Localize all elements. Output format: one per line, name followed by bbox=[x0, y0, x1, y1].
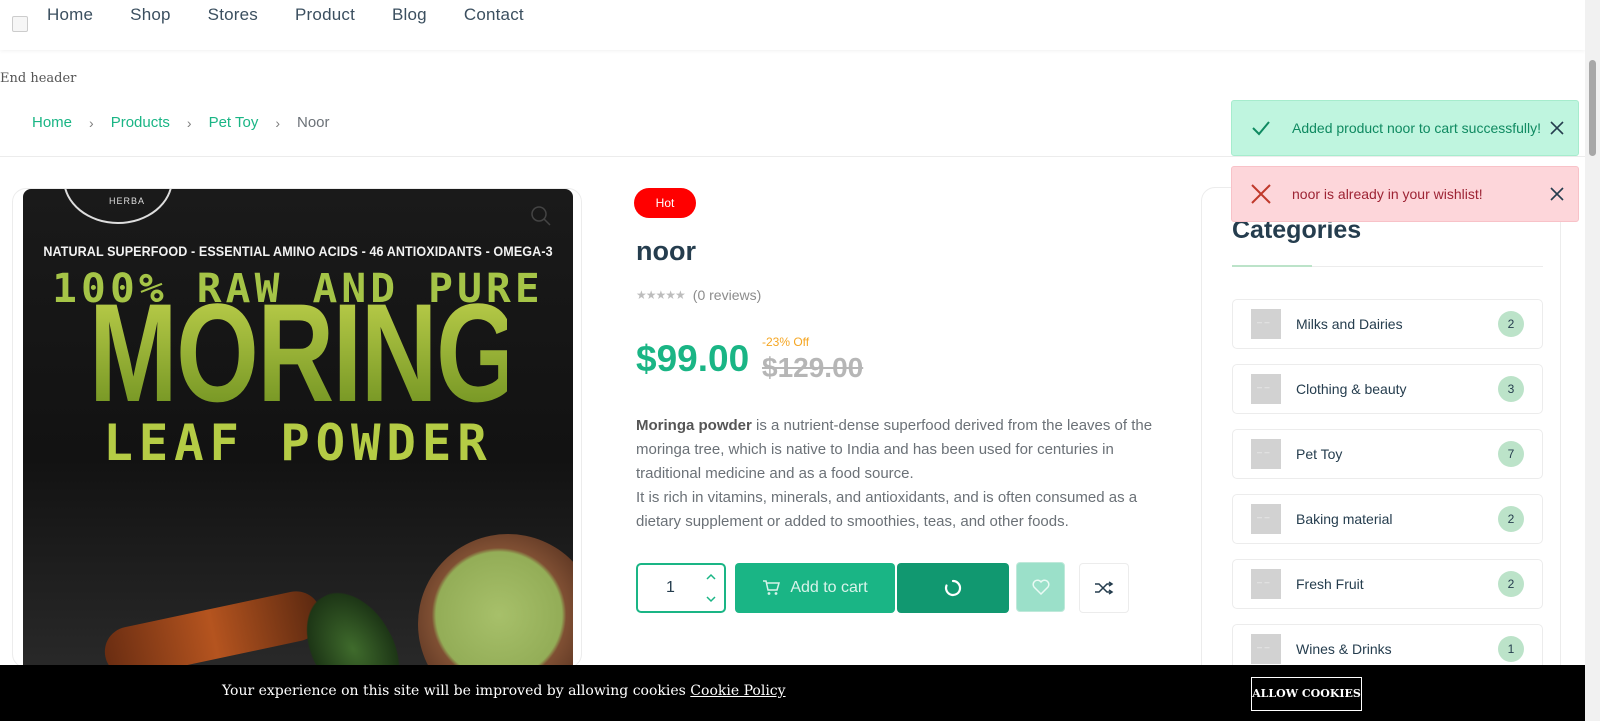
loading-spinner-icon bbox=[944, 579, 962, 597]
discount-label: -23% Off bbox=[762, 335, 810, 349]
breadcrumb-current: Noor bbox=[297, 114, 330, 131]
package-line-2: MORINGA bbox=[89, 274, 573, 431]
category-item-pet-toy[interactable]: Pet Toy 7 bbox=[1232, 429, 1543, 479]
brand-seal: HERBA bbox=[63, 189, 173, 224]
nav-shop[interactable]: Shop bbox=[130, 5, 171, 25]
rating-stars-icon: ★★★★★ bbox=[636, 288, 686, 302]
logo-image[interactable] bbox=[12, 16, 28, 32]
category-count: 2 bbox=[1498, 311, 1524, 337]
nav-stores[interactable]: Stores bbox=[208, 5, 258, 25]
allow-cookies-button[interactable]: ALLOW COOKIES bbox=[1251, 677, 1362, 711]
wishlist-button[interactable] bbox=[1016, 562, 1065, 612]
breadcrumb-separator: › bbox=[89, 114, 94, 131]
category-name: Clothing & beauty bbox=[1296, 381, 1407, 397]
cookie-message: Your experience on this site will be imp… bbox=[222, 683, 686, 699]
package-line-3: LEAF POWDER bbox=[103, 414, 493, 472]
old-price: $129.00 bbox=[762, 352, 864, 383]
package-subline: NATURAL SUPERFOOD - ESSENTIAL AMINO ACID… bbox=[43, 244, 553, 259]
nav-product[interactable]: Product bbox=[295, 5, 355, 25]
compare-button[interactable] bbox=[1079, 563, 1129, 613]
categories-divider-accent bbox=[1232, 265, 1312, 267]
success-toast: Added product noor to cart successfully! bbox=[1231, 100, 1579, 156]
category-name: Pet Toy bbox=[1296, 446, 1343, 462]
nav-blog[interactable]: Blog bbox=[392, 5, 427, 25]
quantity-value[interactable]: 1 bbox=[666, 579, 675, 597]
category-count: 2 bbox=[1498, 571, 1524, 597]
breadcrumb-products[interactable]: Products bbox=[111, 114, 170, 131]
category-count: 2 bbox=[1498, 506, 1524, 532]
shuffle-icon bbox=[1095, 581, 1114, 595]
breadcrumb-home[interactable]: Home bbox=[32, 114, 72, 131]
category-thumbnail bbox=[1251, 569, 1281, 599]
category-item-baking-material[interactable]: Baking material 2 bbox=[1232, 494, 1543, 544]
success-toast-message: Added product noor to cart successfully! bbox=[1292, 120, 1542, 136]
error-toast-message: noor is already in your wishlist! bbox=[1292, 186, 1483, 202]
breadcrumb-separator: › bbox=[186, 114, 192, 131]
category-thumbnail bbox=[1251, 504, 1281, 534]
category-count: 7 bbox=[1498, 441, 1524, 467]
category-thumbnail bbox=[1251, 309, 1281, 339]
category-thumbnail bbox=[1251, 374, 1281, 404]
close-icon[interactable] bbox=[1550, 187, 1564, 201]
end-header-text: End header bbox=[0, 71, 77, 86]
close-icon[interactable] bbox=[1550, 121, 1564, 135]
product-description: Moringa powder is a nutrient-dense super… bbox=[636, 414, 1156, 534]
quantity-stepper[interactable]: 1 bbox=[636, 563, 726, 613]
category-item-clothing-beauty[interactable]: Clothing & beauty 3 bbox=[1232, 364, 1543, 414]
category-name: Fresh Fruit bbox=[1296, 576, 1364, 592]
product-title: noor bbox=[636, 236, 696, 266]
buy-now-button[interactable] bbox=[897, 563, 1009, 613]
category-name: Milks and Dairies bbox=[1296, 316, 1403, 332]
category-count: 3 bbox=[1498, 376, 1524, 402]
heart-icon bbox=[1032, 579, 1049, 595]
review-count[interactable]: (0 reviews) bbox=[693, 287, 761, 303]
moringa-leaves bbox=[288, 577, 418, 667]
product-rating: ★★★★★ (0 reviews) bbox=[636, 287, 761, 303]
cookie-policy-link[interactable]: Cookie Policy bbox=[690, 683, 785, 699]
description-highlight: Moringa powder bbox=[636, 417, 752, 434]
error-x-icon bbox=[1251, 184, 1271, 204]
main-nav: Home Shop Stores Product Blog Contact bbox=[47, 5, 561, 25]
category-name: Wines & Drinks bbox=[1296, 641, 1392, 657]
category-item-fresh-fruit[interactable]: Fresh Fruit 2 bbox=[1232, 559, 1543, 609]
nav-contact[interactable]: Contact bbox=[464, 5, 524, 25]
category-thumbnail bbox=[1251, 634, 1281, 664]
cart-icon bbox=[763, 580, 781, 595]
error-toast: noor is already in your wishlist! bbox=[1231, 166, 1579, 222]
category-count: 1 bbox=[1498, 636, 1524, 662]
cinnamon-stick bbox=[100, 586, 326, 667]
cookie-text: Your experience on this site will be imp… bbox=[222, 683, 786, 699]
hot-badge: Hot bbox=[634, 188, 696, 218]
chevron-down-icon[interactable] bbox=[704, 593, 718, 605]
checkmark-icon bbox=[1252, 121, 1270, 136]
product-package: HERBA NATURAL SUPERFOOD - ESSENTIAL AMIN… bbox=[23, 189, 573, 667]
category-name: Baking material bbox=[1296, 511, 1393, 527]
page-scrollbar[interactable] bbox=[1585, 0, 1600, 721]
category-item-milks-and-dairies[interactable]: Milks and Dairies 2 bbox=[1232, 299, 1543, 349]
add-to-cart-button[interactable]: Add to cart bbox=[735, 563, 895, 613]
chevron-up-icon[interactable] bbox=[704, 571, 718, 583]
site-header: Home Shop Stores Product Blog Contact bbox=[0, 0, 1585, 50]
zoom-icon[interactable] bbox=[530, 205, 552, 227]
category-thumbnail bbox=[1251, 439, 1281, 469]
description-text-2: It is rich in vitamins, minerals, and an… bbox=[636, 489, 1138, 530]
add-to-cart-label: Add to cart bbox=[790, 579, 868, 596]
nav-home[interactable]: Home bbox=[47, 5, 93, 25]
seal-text: HERBA bbox=[109, 196, 146, 206]
product-image[interactable]: HERBA NATURAL SUPERFOOD - ESSENTIAL AMIN… bbox=[12, 188, 582, 668]
powder-bowl bbox=[418, 534, 573, 667]
cookie-bar: Your experience on this site will be imp… bbox=[0, 665, 1585, 721]
breadcrumb-divider bbox=[0, 156, 1585, 157]
scrollbar-thumb[interactable] bbox=[1589, 60, 1596, 156]
breadcrumb-separator: › bbox=[275, 114, 280, 131]
breadcrumb-category[interactable]: Pet Toy bbox=[209, 114, 259, 131]
breadcrumb: Home › Products › Pet Toy › Noor bbox=[32, 114, 330, 131]
current-price: $99.00 bbox=[636, 338, 750, 379]
